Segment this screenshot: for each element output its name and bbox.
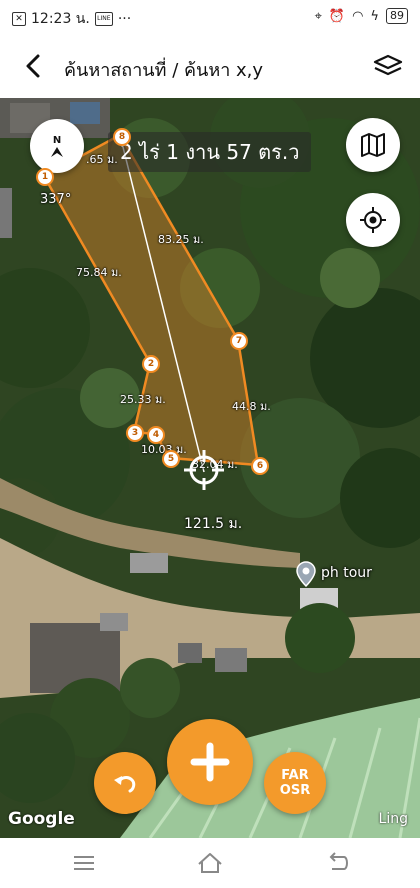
line-app-icon: LINE	[94, 12, 113, 26]
status-more: ···	[117, 11, 132, 27]
total-distance-label: 121.5 ม.	[184, 516, 243, 532]
far-label: FAR	[281, 768, 309, 783]
status-time: 12:23 น.	[31, 11, 90, 27]
status-bar: ✕ 12:23 น. LINE ··· ⌖ ⏰ ◠ ϟ 89	[0, 0, 420, 34]
compass-icon: N	[51, 135, 63, 157]
back-arrow-icon[interactable]	[18, 50, 50, 82]
plot-vertex[interactable]: 5	[162, 450, 180, 468]
undo-icon	[114, 776, 136, 793]
place-label[interactable]: ph tour	[321, 565, 372, 581]
plot-vertex[interactable]: 8	[113, 128, 131, 146]
map-type-button[interactable]	[346, 118, 400, 172]
system-nav-bar	[0, 838, 420, 888]
map-attribution-label: Ling	[378, 811, 408, 827]
status-left: ✕ 12:23 น. LINE ···	[12, 8, 131, 30]
page-title: ค้นหาสถานที่ / ค้นหา x,y	[64, 60, 264, 81]
angle-label: 337°	[40, 192, 72, 207]
add-point-button[interactable]	[167, 719, 253, 805]
back-nav-icon[interactable]	[324, 850, 352, 876]
my-location-button[interactable]	[346, 193, 400, 247]
measurement-label: 44.8 ม.	[232, 400, 271, 413]
plus-icon	[190, 742, 230, 782]
plot-vertex[interactable]: 2	[142, 355, 160, 373]
map-view[interactable]: N 2 ไร่ 1 งาน 57 ตร.ว 337° 83.25 ม. 75.8…	[0, 98, 420, 838]
measurement-label: 75.84 ม.	[76, 266, 122, 279]
plot-area-label: 2 ไร่ 1 งาน 57 ตร.ว	[108, 132, 312, 172]
home-icon[interactable]	[196, 850, 224, 876]
osr-label: OSR	[279, 783, 311, 798]
crosshair-icon	[184, 450, 224, 490]
undo-button[interactable]	[94, 752, 156, 814]
status-right: ⌖ ⏰ ◠ ϟ 89	[315, 8, 408, 24]
battery-level: 89	[386, 8, 408, 24]
layers-icon[interactable]	[372, 50, 404, 82]
location-icon: ⌖	[314, 8, 322, 24]
google-logo: Google	[8, 809, 75, 829]
far-osr-button[interactable]: FAR OSR	[264, 752, 326, 814]
compass-button[interactable]: N	[30, 119, 84, 173]
measurement-label: .65 ม.	[86, 153, 118, 166]
map-icon	[361, 133, 385, 157]
charging-icon: ϟ	[370, 8, 379, 24]
alarm-icon: ⏰	[328, 8, 346, 24]
measurement-label: 83.25 ม.	[158, 233, 204, 246]
app-bar: ค้นหาสถานที่ / ค้นหา x,y	[0, 34, 420, 98]
svg-text:N: N	[53, 135, 61, 146]
close-notification-icon: ✕	[12, 12, 26, 26]
plot-vertex[interactable]: 4	[147, 426, 165, 444]
plot-vertex[interactable]: 7	[230, 332, 248, 350]
place-pin-icon[interactable]	[296, 561, 316, 587]
plot-vertex[interactable]: 6	[251, 457, 269, 475]
measurement-label: 25.33 ม.	[120, 393, 166, 406]
wifi-icon: ◠	[352, 8, 364, 24]
plot-vertex[interactable]: 1	[36, 168, 54, 186]
plot-vertex[interactable]: 3	[126, 424, 144, 442]
menu-icon[interactable]	[70, 850, 98, 876]
target-location-icon	[360, 207, 386, 233]
